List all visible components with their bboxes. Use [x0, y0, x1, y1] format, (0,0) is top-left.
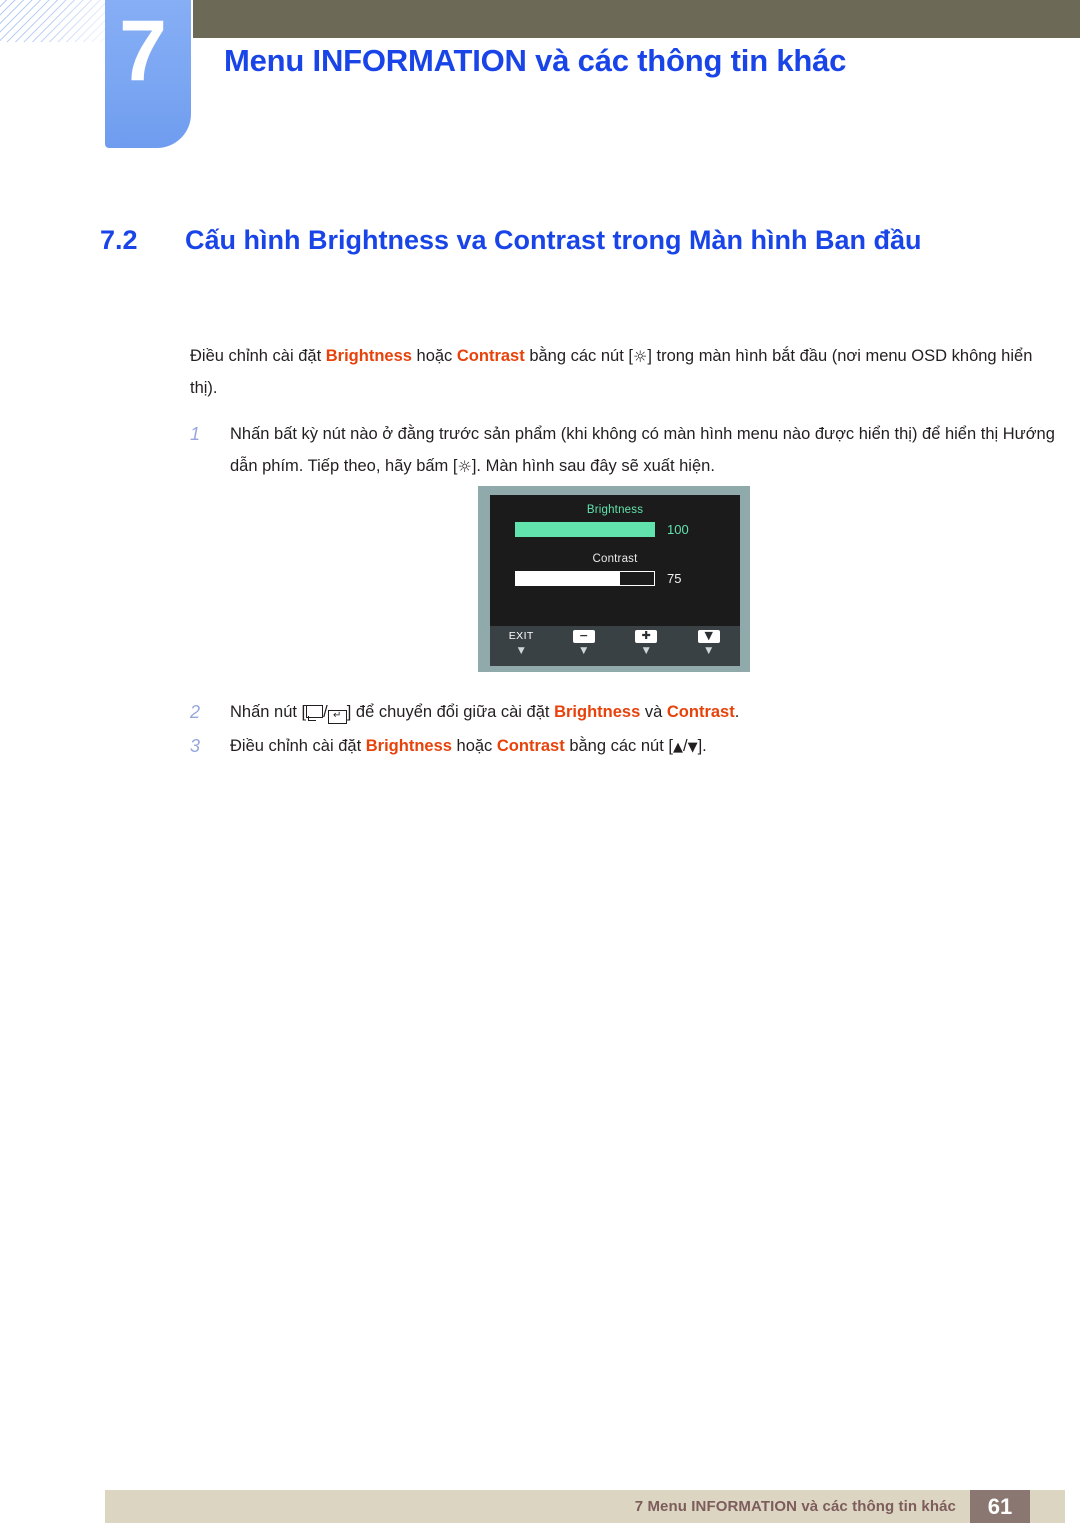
intro-text-3: bằng các nút [: [524, 347, 633, 365]
osd-brightness-label: Brightness: [586, 504, 644, 516]
osd-button-plus[interactable]: ✚ ▼: [615, 629, 678, 657]
osd-screen: Brightness 100 Contrast 75 EXIT ▼ − ▼ ✚ …: [490, 495, 740, 666]
step1-text-2: ]. Màn hình sau đây sẽ xuất hiện.: [471, 457, 715, 475]
list-item-step-3: 3 Điều chỉnh cài đặt Brightness hoặc Con…: [190, 730, 1055, 762]
footer-chapter-text: 7 Menu INFORMATION và các thông tin khác: [634, 1498, 956, 1515]
minus-icon: −: [572, 630, 595, 643]
list-item-step-2: 2 Nhấn nút [/ ↵] để chuyển đổi giữa cài đ…: [190, 696, 1055, 728]
section-number: 7.2: [100, 225, 138, 255]
step2-text-1: Nhấn nút [: [230, 703, 307, 721]
chevron-down-icon: ▼: [517, 646, 525, 656]
decorative-hatch-pattern: [0, 0, 118, 42]
chevron-down-icon: ▼: [642, 646, 650, 656]
osd-monitor-mockup: Brightness 100 Contrast 75 EXIT ▼ − ▼ ✚ …: [478, 486, 750, 672]
osd-brightness-value: 100: [667, 522, 689, 537]
step-number-3: 3: [190, 736, 201, 756]
osd-brightness-row: 100: [490, 522, 740, 537]
osd-button-down[interactable]: ▼ ▼: [678, 629, 741, 657]
osd-button-bar: EXIT ▼ − ▼ ✚ ▼ ▼ ▼: [490, 626, 740, 666]
step2-term-brightness: Brightness: [554, 703, 641, 721]
osd-contrast-fill: [516, 572, 620, 585]
osd-brightness-fill: [515, 522, 655, 537]
osd-button-minus[interactable]: − ▼: [553, 629, 616, 657]
intro-term-contrast: Contrast: [456, 347, 525, 365]
step3-text-1: Điều chỉnh cài đặt: [230, 737, 366, 755]
step2-text-2: ] để chuyển đổi giữa cài đặt: [346, 703, 555, 721]
chevron-down-icon: ▼: [580, 646, 588, 656]
osd-brightness-slider[interactable]: [515, 522, 655, 537]
osd-contrast-slider[interactable]: [515, 571, 655, 586]
step2-term-contrast: Contrast: [666, 703, 735, 721]
header-olive-bar: [193, 0, 1080, 38]
page-number: 61: [970, 1490, 1030, 1523]
brightness-sun-icon: ☼: [632, 347, 648, 366]
chapter-title: Menu INFORMATION và các thông tin khác: [224, 43, 847, 78]
intro-text-2: hoặc: [411, 347, 457, 365]
step-number-2: 2: [190, 702, 201, 722]
square-key-icon: [306, 705, 324, 721]
step3-text-4: ].: [697, 737, 707, 755]
section-heading: 7.2 Cấu hình Brightness va Contrast tron…: [100, 222, 1020, 258]
chapter-number-tab: 7: [105, 0, 191, 148]
osd-contrast-value: 75: [667, 571, 682, 586]
list-item-step-1: 1 Nhấn bất kỳ nút nào ở đằng trước sản p…: [190, 418, 1055, 482]
osd-button-exit[interactable]: EXIT ▼: [490, 629, 553, 657]
step2-text-3: và: [640, 703, 667, 721]
chevron-down-icon: ▼: [705, 646, 713, 656]
step-text-2: Nhấn nút [/ ↵] để chuyển đổi giữa cài đặt…: [230, 696, 1055, 728]
brightness-sun-icon: ☼: [457, 457, 472, 476]
arrow-up-icon: ▲: [672, 740, 683, 755]
section-title: Cấu hình Brightness va Contrast trong Mà…: [185, 225, 922, 255]
plus-icon: ✚: [635, 630, 658, 643]
step-text-1: Nhấn bất kỳ nút nào ở đằng trước sản phẩ…: [230, 418, 1055, 482]
step3-text-3: bằng các nút [: [564, 737, 673, 755]
arrow-down-icon: ▼: [687, 740, 698, 755]
step3-term-brightness: Brightness: [365, 737, 452, 755]
osd-body: Brightness 100 Contrast 75: [490, 495, 740, 626]
osd-contrast-row: 75: [490, 571, 740, 586]
intro-text-1: Điều chỉnh cài đặt: [190, 347, 326, 365]
step-number-1: 1: [190, 424, 201, 444]
intro-paragraph: Điều chỉnh cài đặt Brightness hoặc Contr…: [190, 340, 1050, 404]
page-footer: 7 Menu INFORMATION và các thông tin khác…: [105, 1490, 1065, 1523]
enter-key-icon: ↵: [327, 710, 347, 724]
step2-text-4: .: [734, 703, 740, 721]
arrow-down-icon: ▼: [697, 630, 720, 643]
intro-term-brightness: Brightness: [325, 347, 412, 365]
step3-text-2: hoặc: [451, 737, 497, 755]
osd-exit-label: EXIT: [508, 630, 534, 642]
osd-contrast-label: Contrast: [592, 553, 638, 565]
step-text-3: Điều chỉnh cài đặt Brightness hoặc Contr…: [230, 730, 1055, 762]
step3-term-contrast: Contrast: [496, 737, 565, 755]
chapter-number: 7: [119, 3, 167, 99]
